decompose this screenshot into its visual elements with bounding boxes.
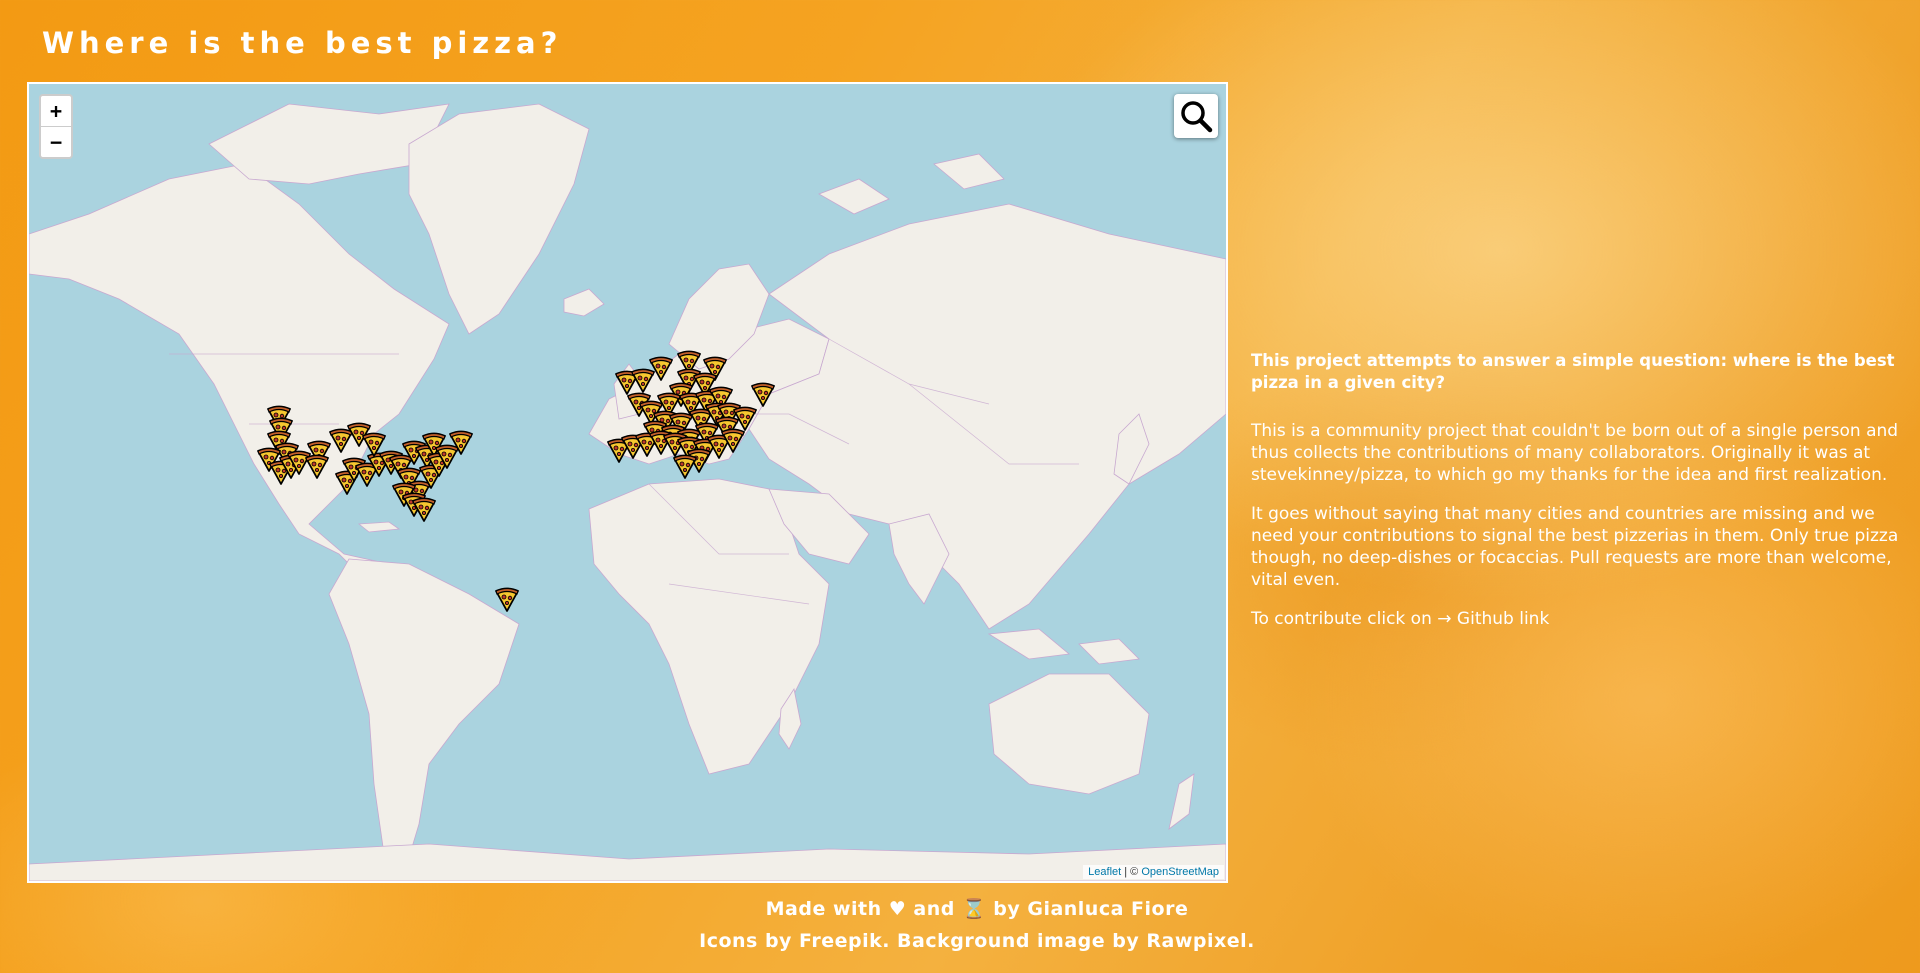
attribution-separator: | © <box>1121 866 1142 878</box>
zoom-out-button[interactable]: − <box>41 127 71 157</box>
description-paragraph-1: This is a community project that couldn'… <box>1251 421 1899 485</box>
description-paragraph-2: It goes without saying that many cities … <box>1251 504 1899 590</box>
pizza-slice-icon[interactable] <box>720 427 746 453</box>
pizza-slice-icon[interactable] <box>648 355 674 381</box>
map-attribution: Leaflet | © OpenStreetMap <box>1083 865 1224 879</box>
zoom-control: + − <box>39 94 73 159</box>
world-map-tiles[interactable] <box>29 84 1226 881</box>
search-button[interactable] <box>1174 94 1218 138</box>
pizza-slice-icon[interactable] <box>361 431 387 457</box>
pizza-slice-icon[interactable] <box>494 586 520 612</box>
leaflet-link[interactable]: Leaflet <box>1088 866 1121 878</box>
footer-credits: Made with ♥ and ⌛ by Gianluca Fiore <box>765 898 1189 920</box>
page-title: Where is the best pizza? <box>42 26 563 60</box>
pizza-slice-icon[interactable] <box>304 453 330 479</box>
lead-question: This project attempts to answer a simple… <box>1251 351 1895 392</box>
pizza-slice-icon[interactable] <box>750 381 776 407</box>
footer-attribution: Icons by Freepik. Background image by Ra… <box>699 930 1255 952</box>
contribute-line: To contribute click on → Github link <box>1251 608 1901 630</box>
github-link[interactable]: Github link <box>1457 609 1549 629</box>
zoom-in-button[interactable]: + <box>41 96 71 127</box>
pizza-slice-icon[interactable] <box>411 496 437 522</box>
openstreetmap-link[interactable]: OpenStreetMap <box>1141 866 1219 878</box>
pizza-slice-icon[interactable] <box>448 429 474 455</box>
magnifier-icon <box>1181 101 1213 133</box>
pizza-map[interactable]: + − Leaflet | © OpenStreetMap <box>27 82 1228 883</box>
project-description: This project attempts to answer a simple… <box>1251 350 1901 647</box>
pizza-slice-icon[interactable] <box>672 453 698 479</box>
contribute-text: To contribute click on → <box>1251 609 1457 629</box>
